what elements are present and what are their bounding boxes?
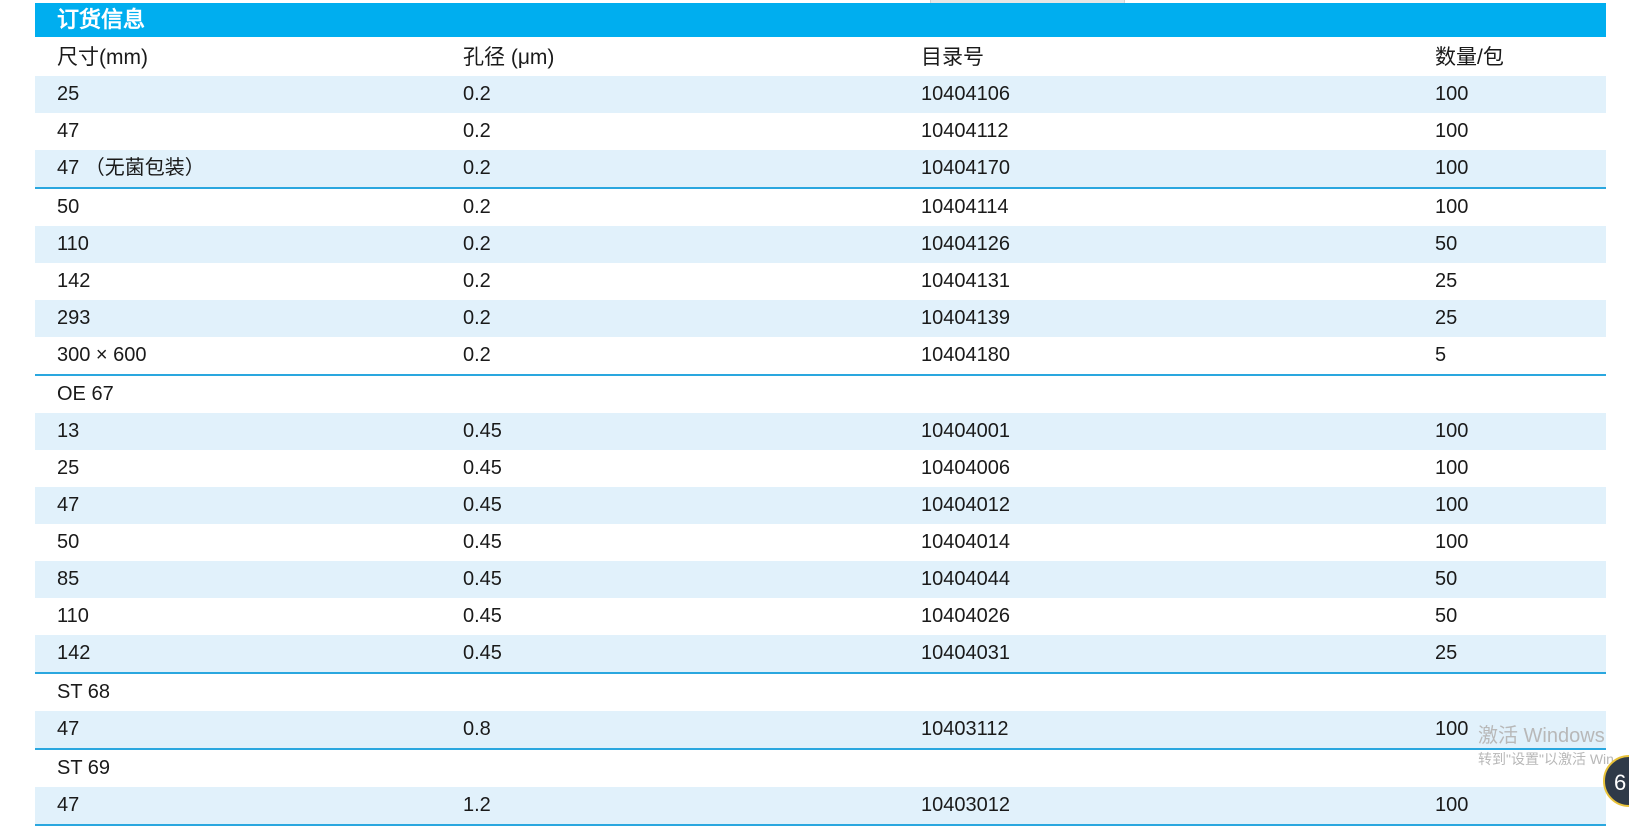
cell-catalog: 10403112	[921, 718, 1009, 740]
cell-qty: 100	[1435, 420, 1469, 442]
cell-pore: 0.2	[463, 307, 491, 329]
cell-catalog: 10404006	[921, 457, 1010, 479]
header-size: 尺寸(mm)	[57, 46, 148, 69]
cell-pore: 0.2	[463, 83, 491, 105]
cell-size: 47 （无菌包装）	[57, 157, 205, 179]
table-row: 47 0.8 10403112 100	[35, 711, 1606, 750]
cell-qty: 100	[1435, 196, 1469, 218]
cell-pore: 0.2	[463, 157, 491, 179]
cell-catalog: 10404180	[921, 344, 1010, 366]
cell-pore: 0.2	[463, 233, 491, 255]
cell-size: 13	[57, 420, 80, 442]
ordering-info-table: 订货信息 尺寸(mm) 孔径 (μm) 目录号 数量/包 25 0.2 1040…	[35, 3, 1606, 826]
cell-qty: 25	[1435, 642, 1458, 664]
table-row: 25 0.45 10404006 100	[35, 450, 1606, 487]
header-catalog-number: 目录号	[921, 46, 984, 69]
group-row-st69: ST 69	[35, 750, 1606, 787]
table-row: 293 0.2 10404139 25	[35, 300, 1606, 337]
cell-catalog: 10404126	[921, 233, 1010, 255]
cell-size: 300 × 600	[57, 344, 147, 366]
cell-size: 50	[57, 196, 80, 218]
cell-pore: 0.2	[463, 344, 491, 366]
cell-size: 110	[57, 605, 89, 627]
cell-size: 142	[57, 642, 91, 664]
table-row: 85 0.45 10404044 50	[35, 561, 1606, 598]
header-pore-size: 孔径 (μm)	[463, 46, 555, 69]
table-row: 47 （无菌包装） 0.2 10404170 100	[35, 150, 1606, 189]
cell-pore: 0.2	[463, 196, 491, 218]
cell-catalog: 10404112	[921, 120, 1009, 142]
group-label: ST 68	[57, 681, 110, 703]
cell-qty: 50	[1435, 233, 1458, 255]
cell-qty: 100	[1435, 457, 1469, 479]
cell-size: 110	[57, 233, 89, 255]
cell-catalog: 10404014	[921, 531, 1010, 553]
cell-size: 85	[57, 568, 80, 590]
cell-size: 47	[57, 794, 80, 816]
cell-catalog: 10404131	[921, 270, 1010, 292]
cell-qty: 5	[1435, 344, 1447, 366]
cell-pore: 0.45	[463, 605, 502, 627]
table-row: 47 0.45 10404012 100	[35, 487, 1606, 524]
cell-catalog: 10404031	[921, 642, 1010, 664]
table-header-row: 尺寸(mm) 孔径 (μm) 目录号 数量/包	[35, 37, 1606, 76]
cell-qty: 50	[1435, 568, 1458, 590]
cell-size: 25	[57, 83, 80, 105]
group-label: OE 67	[57, 383, 114, 405]
cell-pore: 0.45	[463, 642, 502, 664]
cell-qty: 50	[1435, 605, 1458, 627]
table-row: 47 1.2 10403012 100	[35, 787, 1606, 826]
cell-catalog: 10404114	[921, 196, 1009, 218]
table-row: 110 0.2 10404126 50	[35, 226, 1606, 263]
cell-pore: 0.2	[463, 120, 491, 142]
table-row: 13 0.45 10404001 100	[35, 413, 1606, 450]
group-label: ST 69	[57, 757, 110, 779]
cell-size: 47	[57, 120, 80, 142]
cell-pore: 0.45	[463, 420, 502, 442]
cell-qty: 100	[1435, 83, 1469, 105]
cell-qty: 25	[1435, 270, 1458, 292]
cell-qty: 100	[1435, 157, 1469, 179]
cell-pore: 0.45	[463, 568, 502, 590]
cell-qty: 100	[1435, 718, 1469, 740]
cell-qty: 100	[1435, 120, 1469, 142]
table-row: 47 0.2 10404112 100	[35, 113, 1606, 150]
table-row: 142 0.2 10404131 25	[35, 263, 1606, 300]
cell-pore: 0.45	[463, 457, 502, 479]
cell-qty: 100	[1435, 531, 1469, 553]
cell-size: 293	[57, 307, 91, 329]
table-row: 142 0.45 10404031 25	[35, 635, 1606, 674]
cell-catalog: 10404044	[921, 568, 1010, 590]
cell-size: 47	[57, 718, 80, 740]
header-quantity-per-pack: 数量/包	[1435, 46, 1504, 69]
cell-qty: 25	[1435, 307, 1458, 329]
table-row: 50 0.2 10404114 100	[35, 189, 1606, 226]
cell-catalog: 10404106	[921, 83, 1010, 105]
cell-pore: 0.8	[463, 718, 491, 740]
cell-catalog: 10404001	[921, 420, 1010, 442]
cell-pore: 0.45	[463, 531, 502, 553]
cell-pore: 0.45	[463, 494, 502, 516]
cell-qty: 100	[1435, 494, 1469, 516]
cell-catalog: 10404012	[921, 494, 1010, 516]
table-row: 25 0.2 10404106 100	[35, 76, 1606, 113]
cell-size: 47	[57, 494, 80, 516]
floating-badge-button[interactable]: 6	[1603, 755, 1629, 807]
table-row: 110 0.45 10404026 50	[35, 598, 1606, 635]
group-row-st68: ST 68	[35, 674, 1606, 711]
cell-pore: 1.2	[463, 794, 491, 816]
cell-catalog: 10404139	[921, 307, 1010, 329]
cell-catalog: 10404170	[921, 157, 1010, 179]
cell-catalog: 10403012	[921, 794, 1010, 816]
group-row-oe67: OE 67	[35, 376, 1606, 413]
cell-pore: 0.2	[463, 270, 491, 292]
cell-catalog: 10404026	[921, 605, 1010, 627]
table-row: 300 × 600 0.2 10404180 5	[35, 337, 1606, 376]
cell-size: 25	[57, 457, 80, 479]
cell-size: 50	[57, 531, 80, 553]
cell-size: 142	[57, 270, 91, 292]
table-row: 50 0.45 10404014 100	[35, 524, 1606, 561]
cell-qty: 100	[1435, 794, 1469, 816]
table-title: 订货信息	[35, 3, 1606, 37]
